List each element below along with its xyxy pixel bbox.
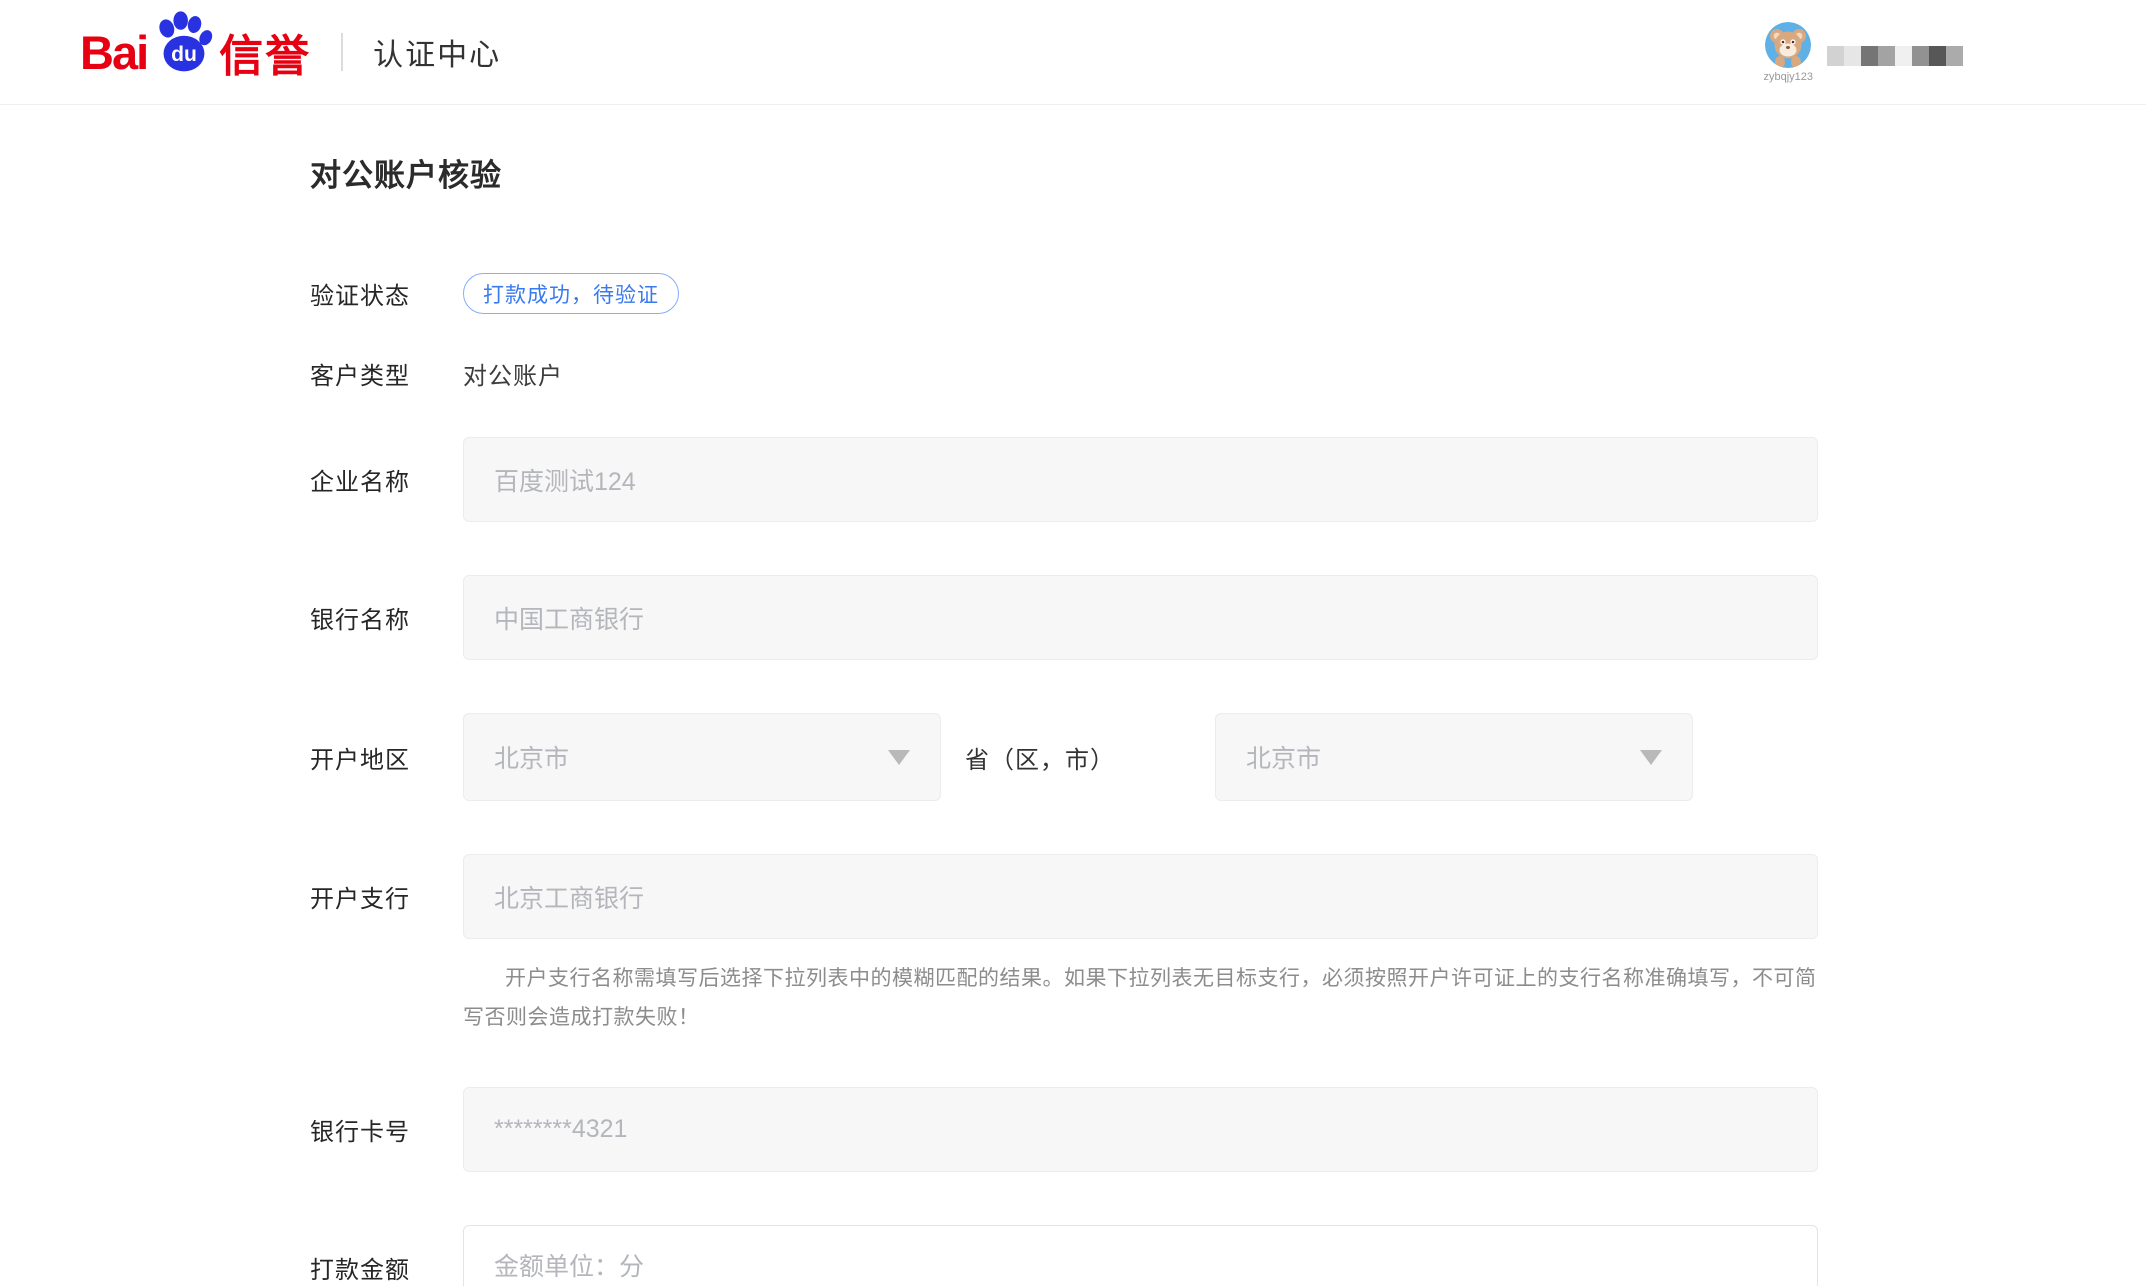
status-badge: 打款成功，待验证 [463,273,679,314]
product-title: 认证中心 [373,30,501,74]
open-branch-label: 开户支行 [310,879,463,914]
transfer-amount-input[interactable] [463,1225,1818,1286]
city-select-value: 北京市 [1246,739,1321,775]
header-divider [341,33,343,71]
bank-card-label: 银行卡号 [310,1112,463,1147]
open-branch-input [463,854,1818,939]
form-row-verify-status: 验证状态 打款成功，待验证 [310,273,2146,314]
bank-name-input [463,575,1818,660]
customer-type-value: 对公账户 [463,356,563,391]
customer-type-label: 客户类型 [310,356,463,391]
open-region-label: 开户地区 [310,740,463,775]
logo-text-bai: Bai [80,25,147,80]
company-name-input [463,437,1818,522]
form-row-bank-card: 银行卡号 [310,1087,2146,1172]
bank-name-label: 银行名称 [310,600,463,635]
verify-status-label: 验证状态 [310,276,463,311]
form-row-bank-name: 银行名称 [310,575,2146,660]
province-select-value: 北京市 [494,739,569,775]
main-content: 对公账户核验 验证状态 打款成功，待验证 客户类型 对公账户 企业名称 银行名称… [0,105,2146,1286]
company-name-label: 企业名称 [310,462,463,497]
city-select[interactable]: 北京市 [1215,713,1693,801]
baidu-paw-icon: du [149,11,215,80]
page-title: 对公账户核验 [310,150,2146,195]
chevron-down-icon [888,750,910,765]
form-row-customer-type: 客户类型 对公账户 [310,356,2146,391]
header-user-area: zybqjy123 [1763,22,1963,83]
form-row-open-branch: 开户支行 [310,854,2146,939]
svg-text:du: du [171,42,197,65]
logo-text-xinyu: 信誉 [219,20,311,84]
baidu-xinyu-logo[interactable]: Bai du 信誉 [80,18,311,87]
form-row-company-name: 企业名称 [310,437,2146,522]
open-branch-help-text: 开户支行名称需填写后选择下拉列表中的模糊匹配的结果。如果下拉列表无目标支行，必须… [463,959,1821,1037]
form-row-transfer-amount: 打款金额 [310,1225,2146,1286]
user-avatar[interactable] [1765,22,1811,68]
form-row-open-region: 开户地区 北京市 省（区，市） 北京市 [310,713,2146,801]
bank-card-input [463,1087,1818,1172]
redacted-user-info [1827,46,1963,66]
username-label: zybqjy123 [1763,71,1813,83]
transfer-amount-label: 打款金额 [310,1250,463,1285]
province-select[interactable]: 北京市 [463,713,941,801]
user-avatar-block[interactable]: zybqjy123 [1763,22,1813,83]
app-header: Bai du 信誉 认证中心 [0,0,2146,105]
chevron-down-icon [1640,750,1662,765]
region-separator-label: 省（区，市） [965,740,1215,775]
